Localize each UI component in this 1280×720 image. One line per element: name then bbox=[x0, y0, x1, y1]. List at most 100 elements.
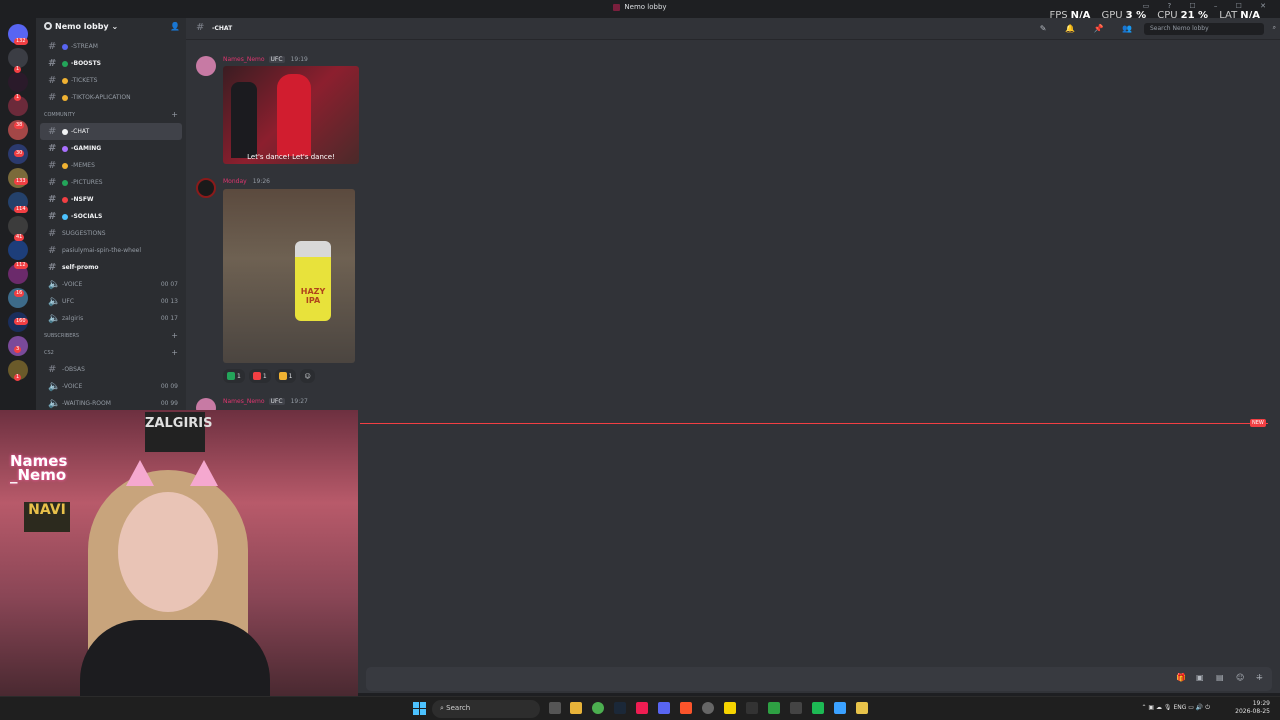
wall-poster: NAVI bbox=[24, 502, 70, 532]
channel-item[interactable]: # pasiulymai-spin-the-wheel bbox=[36, 242, 186, 259]
message-input[interactable] bbox=[366, 667, 1272, 691]
server-icon bbox=[44, 22, 52, 30]
channel-item[interactable]: 🔈 -VOICE 00 07 bbox=[36, 276, 186, 293]
reaction-emoji-icon bbox=[227, 372, 235, 380]
channel-label: -VOICE bbox=[62, 281, 83, 288]
app-icon[interactable] bbox=[746, 702, 758, 714]
channel-label: -TICKETS bbox=[71, 77, 98, 84]
beer-can: HAZY IPA bbox=[295, 241, 331, 321]
channel-item[interactable]: # -GAMING bbox=[36, 140, 186, 157]
username[interactable]: Names_Nemo bbox=[223, 56, 265, 63]
search-input[interactable]: Search Nemo lobby ⌕ bbox=[1144, 23, 1276, 35]
server-icon[interactable] bbox=[8, 72, 28, 92]
webcam-overlay: ZALGIRIS Names _Nemo NAVI bbox=[0, 410, 358, 720]
gif-attachment[interactable]: Let's dance! Let's dance! bbox=[223, 66, 359, 164]
channel-item[interactable]: # SUGGESTIONS bbox=[36, 225, 186, 242]
tiktok-icon[interactable] bbox=[636, 702, 648, 714]
epic-icon[interactable] bbox=[790, 702, 802, 714]
chrome-icon[interactable] bbox=[592, 702, 604, 714]
avatar[interactable] bbox=[196, 178, 216, 198]
channel-category[interactable]: SUBSCRIBERS + bbox=[36, 327, 186, 344]
channel-category[interactable]: COMMUNITY + bbox=[36, 106, 186, 123]
speaker-icon: 🔈 bbox=[48, 398, 61, 409]
xbox-icon[interactable] bbox=[768, 702, 780, 714]
add-channel-icon[interactable]: + bbox=[171, 331, 178, 340]
server-header[interactable]: Nemo lobby ⌄ 👤 bbox=[36, 18, 186, 38]
channel-item[interactable]: # -SOCIALS bbox=[36, 208, 186, 225]
hash-icon: # bbox=[48, 262, 57, 273]
channel-list: # -STREAM # -BOOSTS # -TICKETS # -TIKTOK-APLICA… bbox=[36, 38, 186, 410]
add-channel-icon[interactable]: + bbox=[171, 348, 178, 357]
hash-icon: # bbox=[48, 75, 57, 86]
role-tag: UFC bbox=[268, 56, 285, 63]
avatar[interactable] bbox=[196, 56, 216, 76]
channel-emoji-icon bbox=[62, 60, 68, 67]
hash-icon: # bbox=[48, 211, 57, 222]
channel-item[interactable]: # -NSFW bbox=[36, 191, 186, 208]
cat-ear-left bbox=[126, 460, 154, 486]
notes-icon[interactable] bbox=[724, 702, 736, 714]
mention-badge: 16 bbox=[14, 290, 25, 297]
apps-icon[interactable]: ⁜ bbox=[1256, 673, 1263, 682]
channel-item[interactable]: # -TIKTOK-APLICATION bbox=[36, 89, 186, 106]
channel-emoji-icon bbox=[62, 162, 68, 169]
spotify-icon[interactable] bbox=[812, 702, 824, 714]
clock[interactable]: 19:29 2026-08-25 bbox=[1235, 700, 1270, 716]
channel-label: -NSFW bbox=[71, 196, 94, 203]
sticker-icon[interactable]: ▤ bbox=[1216, 673, 1224, 682]
header-icons[interactable]: ✎ 🔔 📌 👥 bbox=[1040, 24, 1140, 33]
windows-start-icon[interactable] bbox=[413, 702, 426, 715]
channel-item[interactable]: 🔈 zalgiris 00 17 bbox=[36, 310, 186, 327]
channel-item[interactable]: 🔈 -WAITING-ROOM 00 99 bbox=[36, 395, 186, 410]
channel-item[interactable]: # -MEMES bbox=[36, 157, 186, 174]
window-controls[interactable]: ▭ ? ☐ – ☐ ✕ bbox=[1143, 2, 1274, 10]
reaction-pill[interactable]: 1 bbox=[274, 369, 297, 383]
server-icon[interactable] bbox=[8, 240, 28, 260]
gif-icon[interactable]: ▣ bbox=[1196, 673, 1204, 682]
add-member-icon[interactable]: 👤 bbox=[170, 22, 180, 31]
speaker-icon: 🔈 bbox=[48, 313, 61, 324]
channel-item[interactable]: # -STREAM bbox=[36, 38, 186, 55]
task-view-icon[interactable] bbox=[549, 702, 561, 714]
taskbar: ⌕ Search ⌃ ▣ ☁ 🎙 ENG ▭ 🔊 ⏻ 19:29 2026-08-… bbox=[0, 696, 1280, 720]
channel-category[interactable]: CS2 + bbox=[36, 344, 186, 361]
server-icon[interactable] bbox=[8, 216, 28, 236]
channel-item[interactable]: # self-promo bbox=[36, 259, 186, 276]
pen-icon[interactable] bbox=[856, 702, 868, 714]
server-icon[interactable] bbox=[8, 48, 28, 68]
channel-label: -STREAM bbox=[71, 43, 98, 50]
channel-item[interactable]: # -CHAT bbox=[40, 123, 182, 140]
taskbar-search[interactable]: ⌕ Search bbox=[432, 700, 540, 718]
emoji-icon[interactable]: ☺ bbox=[1236, 673, 1244, 682]
gif-figure-woman bbox=[277, 74, 311, 156]
channel-item[interactable]: # -BOOSTS bbox=[36, 55, 186, 72]
channel-label: -VOICE bbox=[62, 383, 83, 390]
messenger-icon[interactable] bbox=[834, 702, 846, 714]
obs-icon[interactable] bbox=[702, 702, 714, 714]
system-tray[interactable]: ⌃ ▣ ☁ 🎙 ENG ▭ 🔊 ⏻ bbox=[1142, 704, 1211, 712]
discord-icon[interactable] bbox=[658, 702, 670, 714]
add-reaction-icon[interactable]: ☺ bbox=[300, 369, 315, 383]
channel-emoji-icon bbox=[62, 196, 68, 203]
brave-icon[interactable] bbox=[680, 702, 692, 714]
add-channel-icon[interactable]: + bbox=[171, 110, 178, 119]
channel-item[interactable]: 🔈 -VOICE 00 09 bbox=[36, 378, 186, 395]
image-attachment[interactable]: HAZY IPA bbox=[223, 189, 355, 363]
channel-item[interactable]: # -OBSAS bbox=[36, 361, 186, 378]
steam-icon[interactable] bbox=[614, 702, 626, 714]
channel-item[interactable]: 🔈 UFC 00 13 bbox=[36, 293, 186, 310]
username[interactable]: Monday bbox=[223, 178, 247, 185]
channel-item[interactable]: # -PICTURES bbox=[36, 174, 186, 191]
channel-emoji-icon bbox=[62, 43, 68, 50]
hash-icon: # bbox=[48, 126, 57, 137]
mention-badge: 132 bbox=[14, 38, 28, 45]
reaction-pill[interactable]: 1 bbox=[223, 369, 245, 383]
gif-caption: Let's dance! Let's dance! bbox=[247, 153, 335, 161]
file-explorer-icon[interactable] bbox=[570, 702, 582, 714]
channel-item[interactable]: # -TICKETS bbox=[36, 72, 186, 89]
desktop: Nemo lobby ▭ ? ☐ – ☐ ✕ FPS N/A GPU 3 % CPU… bbox=[0, 0, 1280, 720]
username[interactable]: Names_Nemo bbox=[223, 398, 265, 405]
gift-icon[interactable]: 🎁 bbox=[1176, 673, 1186, 682]
channel-label: -BOOSTS bbox=[71, 60, 101, 67]
reaction-pill[interactable]: 1 bbox=[248, 369, 271, 383]
